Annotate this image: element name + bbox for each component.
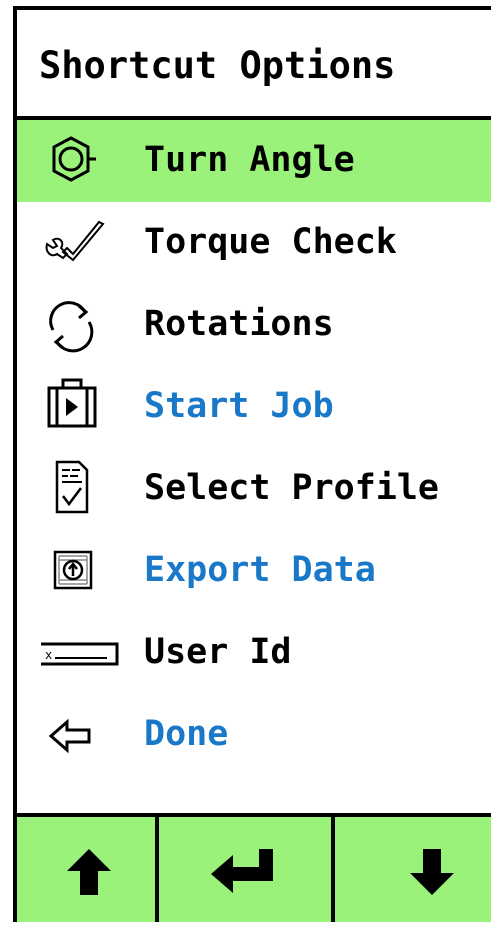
back-arrow-icon bbox=[41, 706, 113, 764]
navigation-bar bbox=[17, 813, 491, 922]
shortcut-menu: Turn Angle Torque Check Rotations Start … bbox=[17, 120, 491, 776]
turn-angle-nut-icon bbox=[41, 132, 113, 190]
menu-item-torque-check[interactable]: Torque Check bbox=[17, 202, 491, 284]
start-job-briefcase-play-icon bbox=[41, 378, 113, 436]
menu-item-label: Select Profile bbox=[144, 468, 440, 508]
select-profile-clipboard-icon bbox=[41, 460, 113, 518]
menu-item-rotations[interactable]: Rotations bbox=[17, 284, 491, 366]
enter-return-icon bbox=[211, 849, 273, 893]
menu-item-label: Turn Angle bbox=[144, 140, 355, 180]
menu-item-label: Rotations bbox=[144, 304, 334, 344]
menu-item-turn-angle[interactable]: Turn Angle bbox=[17, 120, 491, 202]
menu-item-start-job[interactable]: Start Job bbox=[17, 366, 491, 448]
header: Shortcut Options bbox=[17, 10, 491, 120]
menu-item-label: Start Job bbox=[144, 386, 334, 426]
rotations-cycle-icon bbox=[41, 296, 113, 354]
page-title: Shortcut Options bbox=[39, 44, 396, 87]
menu-item-label: Done bbox=[144, 714, 229, 754]
user-id-field-icon: x bbox=[41, 624, 119, 682]
device-screen: Shortcut Options Turn Angle Torque Check… bbox=[13, 6, 491, 922]
arrow-up-icon bbox=[67, 849, 111, 895]
enter-button[interactable] bbox=[159, 817, 335, 922]
menu-item-export-data[interactable]: Export Data bbox=[17, 530, 491, 612]
menu-item-label: Export Data bbox=[144, 550, 376, 590]
menu-item-done[interactable]: Done bbox=[17, 694, 491, 776]
torque-check-wrench-icon bbox=[41, 214, 113, 272]
menu-item-label: User Id bbox=[144, 632, 292, 672]
arrow-down-icon bbox=[410, 849, 454, 895]
export-data-icon bbox=[41, 542, 113, 600]
down-button[interactable] bbox=[335, 817, 491, 922]
menu-item-user-id[interactable]: x User Id bbox=[17, 612, 491, 694]
up-button[interactable] bbox=[17, 817, 159, 922]
menu-item-label: Torque Check bbox=[144, 222, 397, 262]
menu-item-select-profile[interactable]: Select Profile bbox=[17, 448, 491, 530]
svg-text:x: x bbox=[45, 648, 52, 662]
